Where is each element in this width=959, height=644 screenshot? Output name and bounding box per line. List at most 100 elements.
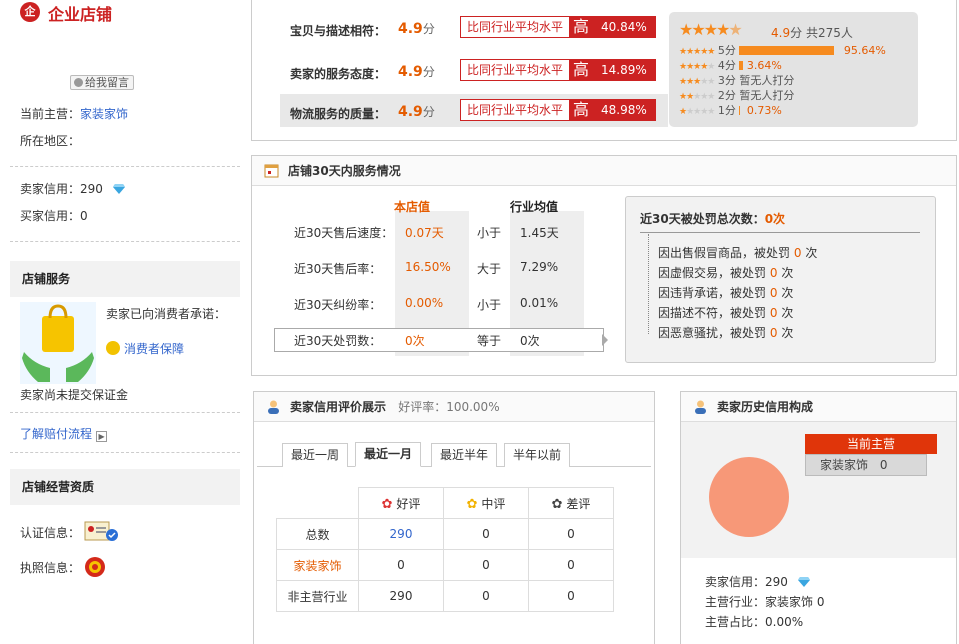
penalty-item-text: 因违背承诺，被处罚 [658, 286, 767, 300]
dist-4-value: 3.64% [746, 59, 782, 72]
good-count: 0 [358, 549, 444, 581]
table-row: 总数 290 0 0 [276, 518, 614, 550]
dsr-desc-compare-text: 比同行业平均水平 [467, 20, 564, 34]
category-row: 家装家饰 0 [805, 454, 927, 476]
rating-summary-box: ★★★★★ 4.9分 共275人 ★★★★★ 5分 95.64% ★★★★★ 4… [669, 12, 918, 127]
promise-text: 卖家已向消费者承诺： [106, 307, 227, 321]
region-row: 所在地区： [20, 132, 80, 149]
tab-month[interactable]: 最近一月 [355, 442, 422, 467]
buyer-credit-row: 买家信用：0 [20, 207, 88, 224]
license-label: 执照信息： [20, 561, 81, 575]
penalty-item: 因描述不符，被处罚 0 次 [658, 303, 817, 323]
service-30days-title: 店铺30天内服务情况 [288, 164, 401, 178]
compensation-flow-label[interactable]: 了解赔付流程 [20, 427, 92, 441]
compensation-flow-link[interactable]: 了解赔付流程 ▶ [20, 425, 108, 442]
svc-rate-label: 近30天售后率： [294, 262, 382, 276]
diamond-icon [112, 184, 125, 194]
penalty-item-unit: 次 [781, 286, 794, 300]
dist-4-bar [739, 61, 744, 70]
dist-5-label: 5分 [717, 44, 736, 57]
dsr-service-score-value: 4.9 [398, 64, 423, 80]
certificate-icon[interactable] [84, 520, 120, 544]
row-label: 家装家饰 [276, 549, 359, 581]
svc-speed-label: 近30天售后速度： [294, 226, 394, 240]
penalty-item-unit: 次 [781, 266, 794, 280]
svc-dispute-cmp: 小于 [477, 298, 502, 312]
header-good: ✿ 好评 [358, 487, 444, 519]
business-license-emblem-icon[interactable] [84, 556, 106, 578]
summary-count: 共275人 [805, 26, 853, 40]
penalty-item-count: 0 [769, 326, 778, 340]
svc-rate-industry: 7.29% [520, 260, 559, 274]
credit-history-panel: 卖家历史信用构成 当前主营 家装家饰 0 卖家信用：290 主营行业：家装家饰 … [680, 391, 957, 644]
category-legend: 当前主营 家装家饰 0 [805, 434, 937, 476]
guarantee-icon [106, 341, 120, 355]
dsr-logistics-percent: 48.98% [593, 100, 655, 120]
table-row: 非主营行业 290 0 0 [276, 580, 614, 612]
shopping-bag-icon [22, 304, 94, 382]
penalty-list: 因出售假冒商品，被处罚 0 次 因虚假交易，被处罚 0 次 因违背承诺，被处罚 … [658, 243, 817, 343]
dist-2-value: 暂无人打分 [739, 89, 795, 102]
hist-seller-credit-label: 卖家信用： [705, 575, 766, 589]
penalty-total-label: 近30天被处罚总次数： [640, 212, 765, 226]
cert-label: 认证信息： [20, 526, 81, 540]
penalty-item: 因虚假交易，被处罚 0 次 [658, 263, 817, 283]
dsr-desc-level: 高 [569, 17, 594, 37]
dist-3-value: 暂无人打分 [739, 74, 795, 87]
dist-1-bar [739, 106, 741, 115]
good-count-link[interactable]: 290 [390, 527, 413, 541]
main-category-flag: 当前主营 [805, 434, 937, 454]
category-value: 0 [879, 458, 888, 472]
dsr-logistics-score-unit: 分 [422, 105, 435, 119]
svc-penalty-label: 近30天处罚数： [294, 334, 382, 348]
header-good-label: 好评 [396, 496, 421, 511]
tab-before-half-year[interactable]: 半年以前 [504, 443, 571, 467]
positive-rate: 好评率：100.00% [398, 400, 500, 414]
credit-review-header: 卖家信用评价展示 好评率：100.00% [254, 392, 654, 422]
tab-week[interactable]: 最近一周 [282, 443, 349, 467]
penalty-item-unit: 次 [781, 326, 794, 340]
negative-review-icon: ✿ [551, 496, 563, 512]
dist-4-label: 4分 [717, 59, 736, 72]
user-icon [695, 400, 706, 414]
summary-score: 4.9分 共275人 [771, 24, 853, 41]
dsr-logistics-score-value: 4.9 [398, 104, 423, 120]
consumer-guarantee-image [20, 302, 96, 384]
svc-penalty-industry: 0次 [520, 334, 540, 348]
penalty-total-value: 0次 [764, 212, 786, 226]
hist-main-ratio-label: 主营占比： [705, 615, 766, 629]
stars-2-icon: ★★★★★ [679, 92, 715, 102]
hist-main-industry-value: 家装家饰 0 [765, 595, 825, 609]
penalty-item-text: 因虚假交易，被处罚 [658, 266, 767, 280]
credit-history-title: 卖家历史信用构成 [717, 400, 814, 414]
main-business-link[interactable]: 家装家饰 [80, 107, 128, 121]
cert-row: 认证信息： [20, 520, 120, 544]
summary-score-unit: 分 [790, 26, 803, 40]
good-count: 290 [358, 518, 444, 550]
dsr-service-score: 4.9分 [398, 63, 435, 80]
diamond-icon [797, 577, 810, 587]
penalty-breakdown-box: 近30天被处罚总次数：0次 因出售假冒商品，被处罚 0 次 因虚假交易，被处罚 … [625, 196, 936, 363]
svc-rate-store: 16.50% [405, 260, 451, 274]
leave-message-button[interactable]: 给我留言 [70, 75, 134, 90]
seller-credit-value: 290 [80, 182, 103, 196]
hist-main-industry-label: 主营行业： [705, 595, 766, 609]
dist-1-value: 0.73% [746, 104, 782, 117]
penalty-item: 因恶意骚扰，被处罚 0 次 [658, 323, 817, 343]
consumer-guarantee-link[interactable]: 消费者保障 [124, 342, 184, 356]
rating-distribution: ★★★★★ 5分 95.64% ★★★★★ 4分 3.64% ★★★★★ 3分 … [679, 43, 914, 118]
svc-rate-cmp: 大于 [477, 262, 502, 276]
shop-title: 企业店铺 [48, 5, 113, 24]
penalty-item-unit: 次 [781, 306, 794, 320]
history-stats: 卖家信用：290 主营行业：家装家饰 0 主营占比：0.00% [705, 572, 824, 632]
penalty-total-row: 近30天被处罚总次数：0次 [640, 210, 785, 227]
tab-half-year[interactable]: 最近半年 [431, 443, 498, 467]
dist-row-3: ★★★★★ 3分 暂无人打分 [679, 73, 914, 88]
dsr-desc-percent: 40.84% [593, 17, 655, 37]
license-row: 执照信息： [20, 556, 106, 578]
penalty-item-count: 0 [769, 286, 778, 300]
pointer-arrow-icon [602, 334, 608, 346]
credit-history-header: 卖家历史信用构成 [681, 392, 956, 422]
dsr-desc-compare: 比同行业平均水平高 40.84% [460, 16, 656, 38]
bad-count: 0 [528, 518, 614, 550]
